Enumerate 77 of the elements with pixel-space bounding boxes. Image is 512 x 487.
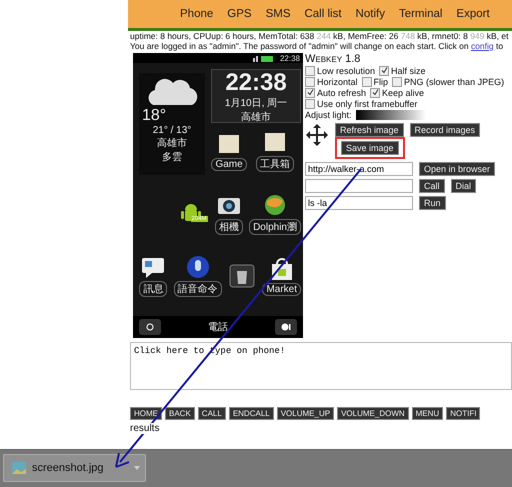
- circle-icon: [146, 323, 154, 331]
- checkbox-label[interactable]: PNG (slower than JPEG): [404, 77, 504, 87]
- brightness-gradient[interactable]: [356, 110, 426, 120]
- app-label[interactable]: Market: [262, 282, 301, 296]
- image-button[interactable]: Record images: [410, 123, 480, 137]
- results-label: results: [130, 423, 160, 434]
- message-icon[interactable]: [140, 255, 166, 279]
- checkbox[interactable]: [370, 88, 380, 98]
- key-button[interactable]: ENDCALL: [228, 407, 274, 420]
- checkbox[interactable]: [379, 66, 390, 76]
- key-button[interactable]: NOTIFI: [446, 407, 480, 420]
- run-button[interactable]: Run: [419, 196, 446, 210]
- circle-button[interactable]: [139, 319, 161, 335]
- call-button[interactable]: Call: [419, 179, 445, 193]
- key-button[interactable]: HOME: [130, 407, 162, 420]
- microphone-icon[interactable]: [184, 255, 211, 279]
- nav-link[interactable]: Notify: [356, 8, 385, 20]
- status-time: 22:38: [280, 54, 300, 62]
- checkbox-label[interactable]: Low resolution: [317, 66, 376, 76]
- open-browser-button[interactable]: Open in browser: [419, 162, 496, 176]
- checkbox[interactable]: [362, 77, 372, 87]
- person-icon: [281, 323, 291, 331]
- login-notice: You are logged in as "admin". The password of "admin" will change on each start. Click on config to: [130, 41, 504, 51]
- key-button[interactable]: VOLUME_UP: [276, 407, 334, 420]
- checkbox-label[interactable]: Use only first framebuffer: [317, 99, 418, 109]
- checkbox[interactable]: [305, 88, 315, 98]
- phone-number-field[interactable]: [305, 179, 413, 193]
- app-label[interactable]: Dolphin瀏: [249, 219, 301, 235]
- key-button[interactable]: CALL: [198, 407, 226, 420]
- status-line: uptime: 8 hours, CPUup: 6 hours, MemTotal: 638 244 kB, MemFree: 26 748 kB, rmnet0: 8 949 kB, et: [130, 31, 510, 41]
- download-filename: screenshot.jpg: [32, 462, 104, 474]
- nav-link[interactable]: Export: [456, 8, 490, 20]
- contacts-button[interactable]: [275, 319, 297, 335]
- checkbox[interactable]: [305, 77, 315, 87]
- nav-link[interactable]: Terminal: [398, 8, 442, 20]
- weather-widget[interactable]: 18° 21° / 13° 高雄市 多雲: [139, 73, 206, 175]
- phone-call-label[interactable]: 電話: [208, 320, 228, 334]
- app-label[interactable]: 工具箱: [256, 156, 294, 172]
- nav-link[interactable]: GPS: [227, 8, 252, 20]
- checkbox-label[interactable]: Horizontal: [317, 77, 358, 87]
- app-label[interactable]: Game: [211, 158, 247, 170]
- app-label[interactable]: 語音命令: [174, 281, 222, 297]
- clock-city: 高雄市: [241, 110, 272, 124]
- nav-link[interactable]: Phone: [180, 8, 214, 20]
- checkbox-label[interactable]: Keep alive: [382, 88, 424, 98]
- checkbox-label[interactable]: Flip: [374, 77, 388, 87]
- city-text: 高雄市: [157, 136, 188, 150]
- image-button[interactable]: Refresh image: [335, 123, 404, 137]
- command-field[interactable]: ls -la: [305, 196, 413, 210]
- temperature-range: 21° / 13°: [152, 125, 192, 136]
- save-image-button[interactable]: Save image: [341, 141, 399, 155]
- nav-link[interactable]: Call list: [304, 8, 342, 20]
- dial-button[interactable]: Dial: [450, 179, 476, 193]
- checkbox-label[interactable]: Auto refresh: [317, 88, 366, 98]
- checkbox[interactable]: [305, 99, 315, 109]
- weather-condition: 多雲: [162, 151, 182, 164]
- app-label[interactable]: 相機: [215, 219, 244, 235]
- image-file-icon: [12, 462, 26, 474]
- direction-arrows-icon[interactable]: [305, 123, 329, 147]
- key-button[interactable]: VOLUME_DOWN: [337, 407, 409, 420]
- temperature-text: 18°: [141, 107, 166, 125]
- key-button[interactable]: BACK: [165, 407, 195, 420]
- clock-widget[interactable]: 22:38 1月10日, 周一 高雄市: [211, 69, 301, 123]
- download-item[interactable]: screenshot.jpg: [3, 454, 146, 482]
- trash-icon[interactable]: [229, 264, 256, 288]
- nav-link[interactable]: SMS: [266, 8, 290, 20]
- config-link[interactable]: config: [470, 41, 494, 51]
- light-label: Adjust light:: [305, 110, 352, 120]
- key-button[interactable]: MENU: [412, 407, 444, 420]
- clock-time: 22:38: [225, 70, 287, 96]
- app-label[interactable]: 訊息: [139, 281, 168, 297]
- url-field[interactable]: http://walker-a.com: [305, 162, 413, 176]
- checkbox-label[interactable]: Half size: [391, 66, 426, 76]
- checkbox[interactable]: [392, 77, 402, 87]
- checkbox[interactable]: [305, 66, 315, 76]
- clock-date: 1月10日, 周一: [224, 97, 288, 110]
- app-title: Webkey 1.8: [305, 53, 362, 65]
